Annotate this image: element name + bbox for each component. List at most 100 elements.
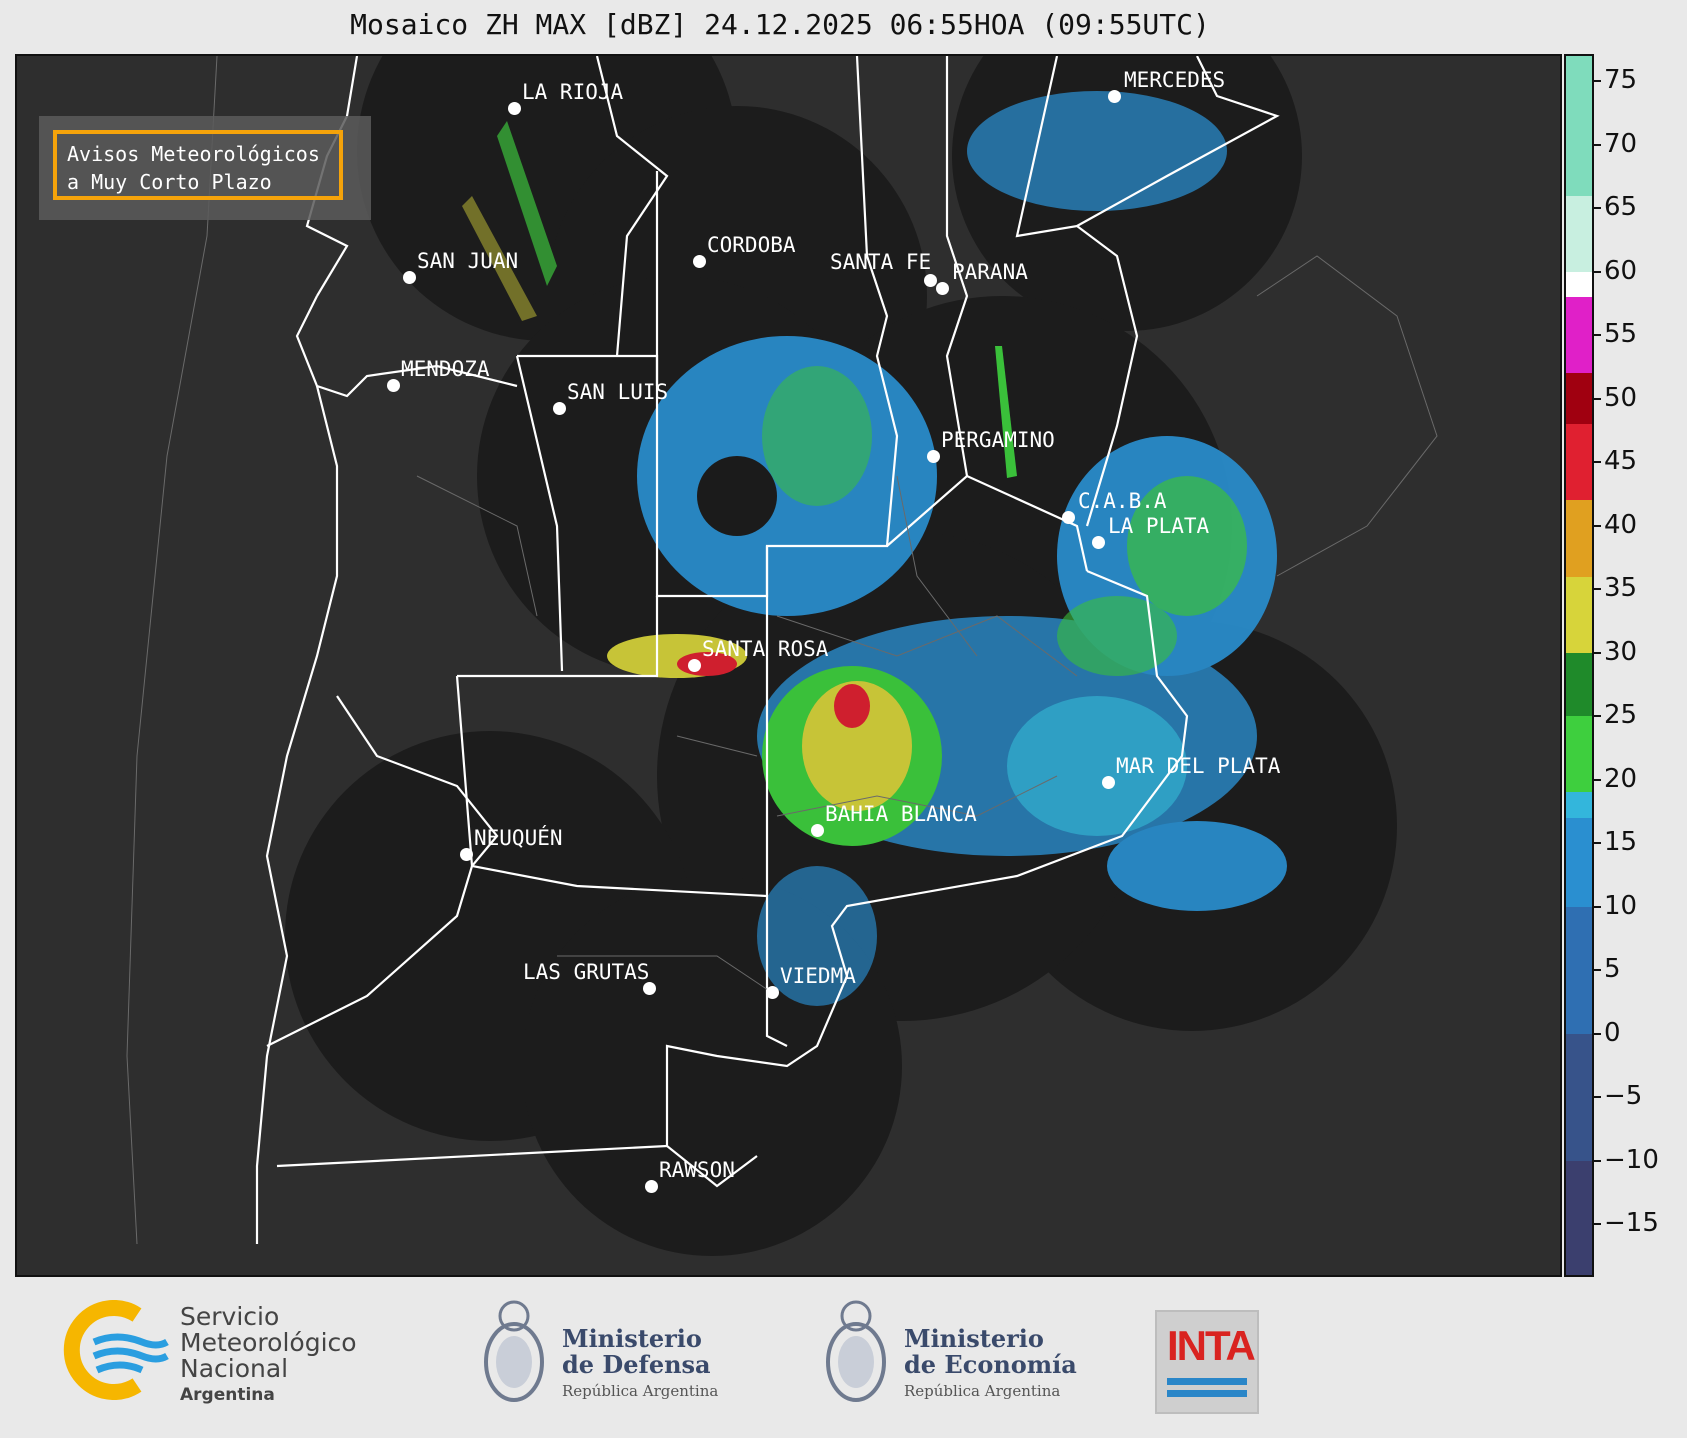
coat-of-arms-icon (826, 1300, 886, 1402)
economia-line-2: de Economía (904, 1350, 1077, 1379)
colorbar-tick-label: 5 (1604, 954, 1621, 985)
smn-text: Servicio Meteorológico Nacional Argentin… (180, 1304, 357, 1408)
colorbar-tick-mark (1594, 207, 1601, 210)
city-label: SAN JUAN (417, 249, 519, 273)
avisos-line-1: Avisos Meteorológicos (67, 142, 320, 166)
city-marker (1062, 511, 1075, 524)
logo-footer: Servicio Meteorológico Nacional Argentin… (0, 1282, 1687, 1438)
city-marker (1108, 90, 1121, 103)
colorbar-tick-label: 70 (1604, 128, 1638, 159)
avisos-box[interactable]: Avisos Meteorológicos a Muy Corto Plazo (53, 130, 343, 200)
colorbar-segment (1566, 424, 1592, 501)
city-label: RAWSON (659, 1158, 735, 1182)
city-marker (460, 848, 473, 861)
colorbar-segment (1566, 906, 1592, 1034)
defensa-text: Ministerio de Defensa República Argentin… (562, 1326, 718, 1404)
echo-core (834, 684, 870, 728)
echo-region (967, 91, 1227, 211)
smn-line-2: Meteorológico (180, 1328, 357, 1357)
reflectivity-colorbar (1564, 54, 1594, 1277)
city-label: SANTA ROSA (702, 637, 829, 661)
inta-logo: INTA (1155, 1310, 1259, 1414)
economia-line-1: Ministerio (904, 1324, 1044, 1353)
city-label: MENDOZA (401, 357, 490, 381)
city-label: LA RIOJA (522, 80, 624, 104)
echo-region (1107, 821, 1287, 911)
colorbar-tick-mark (1594, 1096, 1601, 1099)
economia-line-3: República Argentina (904, 1382, 1061, 1400)
city-marker (766, 986, 779, 999)
inta-stripe (1167, 1378, 1247, 1385)
colorbar-tick-label: 20 (1604, 763, 1638, 794)
colorbar-tick-label: 75 (1604, 65, 1638, 96)
economia-text: Ministerio de Economía República Argenti… (904, 1326, 1077, 1404)
colorbar-tick-mark (1594, 1223, 1601, 1226)
colorbar-tick-mark (1594, 461, 1601, 464)
city-label: MAR DEL PLATA (1116, 754, 1281, 778)
colorbar-tick-mark (1594, 270, 1601, 273)
city-marker (811, 824, 824, 837)
city-label: SAN LUIS (567, 380, 669, 404)
colorbar-segment (1566, 195, 1592, 272)
colorbar-segment (1566, 1160, 1592, 1275)
colorbar-tick-mark (1594, 1032, 1601, 1035)
colorbar-segment (1566, 297, 1592, 374)
colorbar-segment (1566, 500, 1592, 577)
colorbar-tick-label: 40 (1604, 509, 1638, 540)
colorbar-tick-label: 30 (1604, 636, 1638, 667)
city-label: MERCEDES (1124, 68, 1226, 92)
colorbar-tick-mark (1594, 143, 1601, 146)
economia-seal (820, 1294, 892, 1416)
colorbar-segment (1566, 576, 1592, 653)
echo-region (1057, 596, 1177, 676)
colorbar-segment (1566, 373, 1592, 425)
city-marker (924, 274, 937, 287)
country-border (1256, 255, 1438, 577)
colorbar-tick-mark (1594, 397, 1601, 400)
city-marker (645, 1180, 658, 1193)
city-marker (693, 255, 706, 268)
colorbar-tick-label: 50 (1604, 382, 1638, 413)
city-marker (1092, 536, 1105, 549)
colorbar-tick-mark (1594, 715, 1601, 718)
city-marker (403, 271, 416, 284)
colorbar-tick-label: 15 (1604, 827, 1638, 858)
radar-map[interactable]: LA RIOJA MERCEDES SAN JUAN CORDOBA SANTA FE P… (15, 54, 1562, 1277)
colorbar-tick-mark (1594, 778, 1601, 781)
city-marker (936, 282, 949, 295)
city-label: CORDOBA (707, 233, 796, 257)
city-marker (688, 659, 701, 672)
colorbar-tick-label: 25 (1604, 700, 1638, 731)
colorbar-segment (1566, 1033, 1592, 1161)
colorbar-tick-mark (1594, 1159, 1601, 1162)
country-border (126, 56, 218, 1245)
colorbar-segment (1566, 652, 1592, 717)
defensa-line-2: de Defensa (562, 1350, 711, 1379)
colorbar-tick-label: 10 (1604, 890, 1638, 921)
colorbar-tick-label: −10 (1604, 1144, 1659, 1175)
colorbar-tick-mark (1594, 588, 1601, 591)
smn-line-4: Argentina (180, 1385, 275, 1405)
city-label: LAS GRUTAS (523, 960, 650, 984)
avisos-panel[interactable]: Avisos Meteorológicos a Muy Corto Plazo (39, 116, 371, 220)
colorbar-segment (1566, 792, 1592, 818)
defensa-line-1: Ministerio (562, 1324, 702, 1353)
city-marker (387, 379, 400, 392)
colorbar-segment (1566, 716, 1592, 793)
colorbar-tick-mark (1594, 524, 1601, 527)
defensa-line-3: República Argentina (562, 1382, 719, 1400)
city-label: C.A.B.A (1078, 489, 1167, 513)
colorbar-segment (1566, 271, 1592, 298)
city-label: BAHIA BLANCA (825, 802, 977, 826)
colorbar-tick-mark (1594, 969, 1601, 972)
colorbar-tick-mark (1594, 334, 1601, 337)
avisos-line-2: a Muy Corto Plazo (67, 170, 272, 194)
coat-of-arms-icon (484, 1300, 544, 1402)
colorbar-tick-label: 0 (1604, 1017, 1621, 1048)
colorbar-tick-label: −5 (1604, 1081, 1643, 1112)
echo-gap (697, 456, 777, 536)
defensa-seal (478, 1294, 550, 1416)
colorbar-tick-label: 60 (1604, 255, 1638, 286)
city-label: PERGAMINO (941, 428, 1055, 452)
colorbar-tick-mark (1594, 905, 1601, 908)
